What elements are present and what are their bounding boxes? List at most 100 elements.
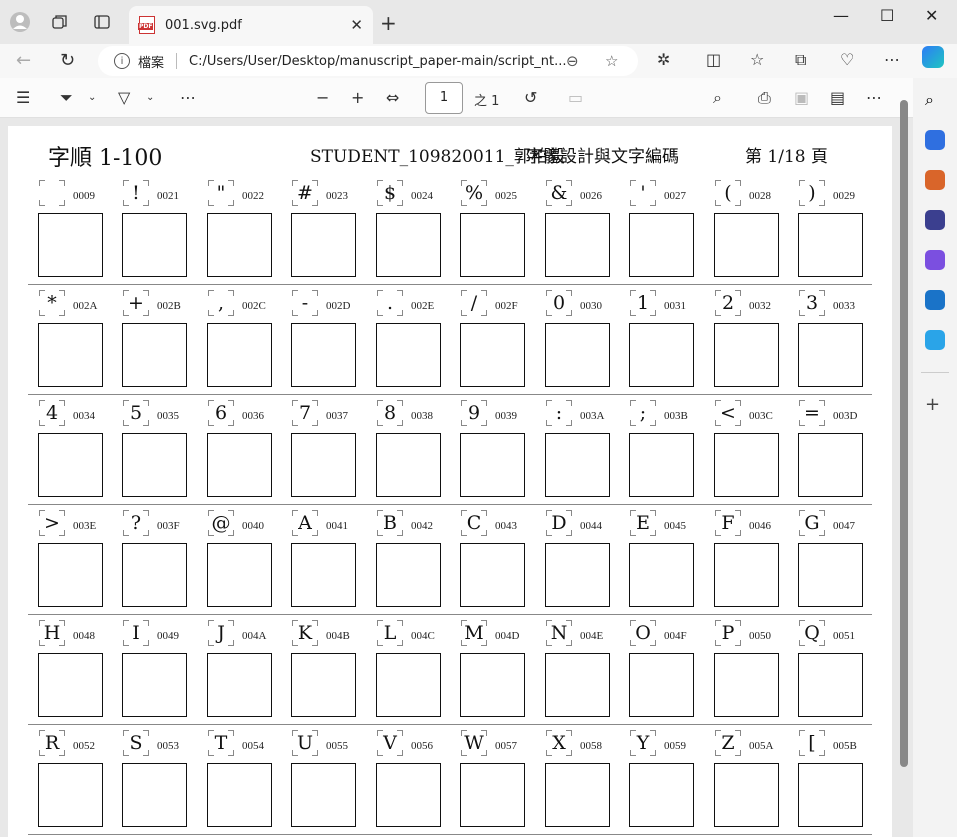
- browser-essentials-icon[interactable]: ♡: [840, 50, 854, 69]
- glyph-cell: 5 0035: [113, 398, 193, 498]
- favorites-icon[interactable]: ☆: [750, 50, 764, 69]
- games-icon[interactable]: [925, 210, 945, 230]
- reference-glyph: Y: [636, 732, 650, 754]
- reference-glyph: H: [43, 622, 61, 644]
- print-icon[interactable]: ⎙: [758, 88, 771, 108]
- more-tools-icon[interactable]: ⋯: [180, 88, 196, 107]
- edge-sidebar: ⌕ +: [913, 78, 957, 837]
- microsoft-365-icon[interactable]: [925, 250, 945, 270]
- page-view-icon[interactable]: ▭: [568, 88, 583, 107]
- unicode-code: 0029: [833, 190, 855, 202]
- glyph-cell: R 0052: [29, 728, 109, 828]
- back-button[interactable]: ←: [16, 50, 31, 71]
- sidebar-search-icon[interactable]: ⌕: [925, 90, 945, 110]
- writing-box: [376, 653, 441, 717]
- glyph-cell: - 002D: [282, 288, 362, 388]
- reference-glyph-box: ,: [208, 290, 234, 316]
- glyph-cell: : 003A: [536, 398, 616, 498]
- reference-glyph-box: V: [377, 730, 403, 756]
- reference-glyph-box: ?: [123, 510, 149, 536]
- chevron-down-icon[interactable]: ⌄: [146, 92, 154, 103]
- glyph-cell: 6 0036: [198, 398, 278, 498]
- favorite-star-icon[interactable]: ☆: [605, 52, 618, 70]
- outlook-icon[interactable]: [925, 290, 945, 310]
- writing-box: [376, 213, 441, 277]
- pdf-more-icon[interactable]: ⋯: [866, 88, 882, 107]
- glyph-cell: L 004C: [367, 618, 447, 718]
- unicode-code: 0009: [73, 190, 95, 202]
- tools-icon[interactable]: [925, 170, 945, 190]
- tab-active[interactable]: 001.svg.pdf ✕: [129, 6, 373, 44]
- copilot-icon[interactable]: [922, 46, 944, 68]
- send-icon[interactable]: [925, 330, 945, 350]
- maximize-button[interactable]: ☐: [880, 6, 894, 25]
- unicode-code: 004A: [242, 630, 267, 642]
- unicode-code: 0032: [749, 300, 771, 312]
- reference-glyph: $: [383, 182, 397, 204]
- glyph-cell: / 002F: [451, 288, 531, 388]
- reference-glyph-box: @: [208, 510, 234, 536]
- reference-glyph: 4: [45, 402, 59, 424]
- reference-glyph: V: [383, 732, 397, 754]
- glyph-cell: [005B: [789, 728, 869, 828]
- unicode-code: 0033: [833, 300, 855, 312]
- contents-icon[interactable]: ☰: [16, 88, 30, 107]
- more-menu-icon[interactable]: ⋯: [884, 50, 900, 69]
- reference-glyph: 8: [383, 402, 397, 424]
- writing-box: [122, 653, 187, 717]
- glyph-cell: 7 0037: [282, 398, 362, 498]
- split-screen-icon[interactable]: ◫: [706, 50, 721, 69]
- search-icon[interactable]: ⌕: [713, 88, 722, 108]
- writing-box: [629, 323, 694, 387]
- writing-box: [38, 433, 103, 497]
- extensions-icon[interactable]: ✲: [657, 50, 670, 69]
- unicode-code: 004C: [411, 630, 435, 642]
- page-number-input[interactable]: 1: [425, 82, 463, 114]
- unicode-code: 0025: [495, 190, 517, 202]
- row-divider: [28, 284, 872, 285]
- add-sidebar-app-icon[interactable]: +: [925, 394, 945, 415]
- glyph-cell: 9 0039: [451, 398, 531, 498]
- reference-glyph-box: -: [292, 290, 318, 316]
- refresh-button[interactable]: ↻: [60, 50, 75, 71]
- reference-glyph: K: [297, 622, 313, 644]
- glyph-cell: X 0058: [536, 728, 616, 828]
- new-tab-button[interactable]: +: [380, 11, 397, 35]
- url-field[interactable]: i 檔案 C:/Users/User/Desktop/manuscript_pa…: [98, 46, 638, 76]
- rotate-icon[interactable]: ↺: [524, 88, 537, 107]
- info-icon[interactable]: i: [114, 53, 130, 69]
- unicode-code: 0024: [411, 190, 433, 202]
- reference-glyph-box: K: [292, 620, 318, 646]
- shopping-icon[interactable]: [925, 130, 945, 150]
- chevron-down-icon[interactable]: ⌄: [88, 92, 96, 103]
- writing-box: [798, 433, 863, 497]
- profile-icon[interactable]: [8, 10, 32, 34]
- fit-width-icon[interactable]: ⇔: [386, 88, 399, 107]
- glyph-cell: ) 0029: [789, 178, 869, 278]
- zoom-out-icon[interactable]: −: [316, 88, 329, 107]
- unicode-code: 0055: [326, 740, 348, 752]
- scrollbar[interactable]: [900, 100, 908, 767]
- collections-icon[interactable]: ⧉: [795, 50, 806, 70]
- zoom-icon[interactable]: ⊖: [566, 52, 579, 70]
- glyph-cell: " 0022: [198, 178, 278, 278]
- row-divider: [28, 614, 872, 615]
- unicode-code: 003D: [833, 410, 858, 422]
- tab-actions-icon[interactable]: [90, 10, 114, 34]
- draw-icon[interactable]: ▽: [118, 88, 130, 107]
- reference-glyph: N: [550, 622, 568, 644]
- close-window-button[interactable]: ✕: [925, 6, 938, 25]
- zoom-in-icon[interactable]: +: [351, 88, 364, 107]
- url-text: C:/Users/User/Desktop/manuscript_paper-m…: [189, 53, 567, 69]
- minimize-button[interactable]: —: [833, 6, 849, 25]
- close-tab-icon[interactable]: ✕: [350, 16, 363, 34]
- reference-glyph-box: >: [39, 510, 65, 536]
- save-icon[interactable]: ▣: [794, 88, 809, 107]
- highlight-icon[interactable]: ⏷: [60, 88, 73, 108]
- reference-glyph: &: [550, 182, 568, 204]
- save-as-icon[interactable]: ▤: [830, 88, 845, 107]
- writing-box: [460, 433, 525, 497]
- reference-glyph-box: /: [461, 290, 487, 316]
- writing-box: [38, 543, 103, 607]
- workspaces-icon[interactable]: [48, 10, 72, 34]
